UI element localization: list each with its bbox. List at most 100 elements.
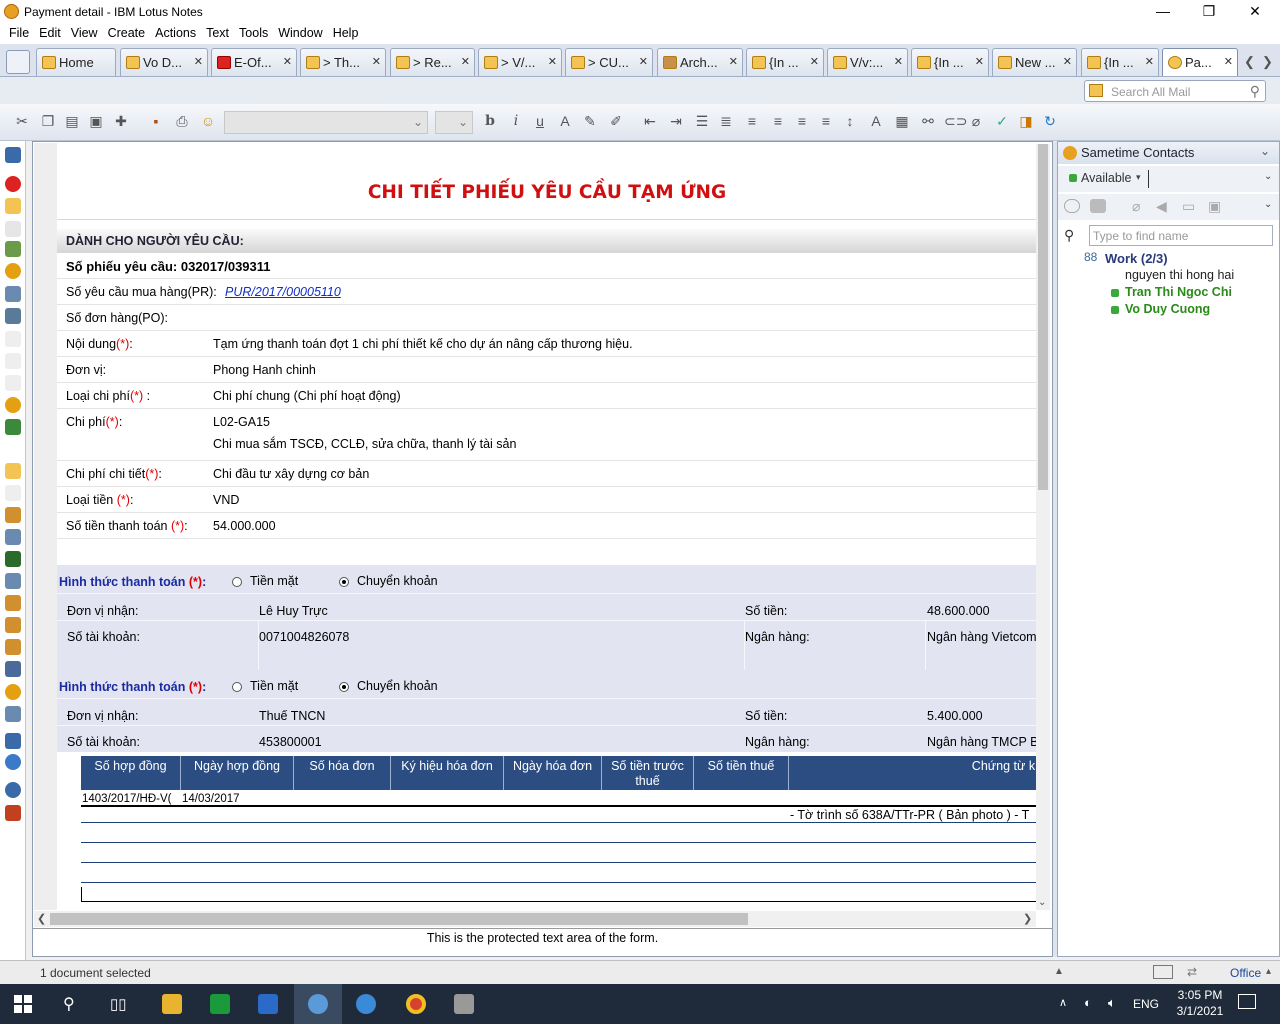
document-icon[interactable] [5, 353, 21, 369]
text-properties-icon[interactable]: A [868, 113, 884, 129]
open-list-button[interactable] [6, 50, 30, 74]
contacts-icon[interactable]: ▣ [1208, 198, 1221, 215]
replicate-icon[interactable] [5, 419, 21, 435]
todo-icon[interactable] [5, 551, 21, 567]
emoticon-icon[interactable]: ☺ [200, 113, 216, 129]
menu-edit[interactable]: Edit [34, 24, 66, 44]
chevron-down-icon[interactable]: ▾ [1136, 172, 1141, 183]
workspace-icon[interactable] [5, 573, 21, 589]
copy-as-link-icon[interactable]: ▣ [88, 113, 104, 129]
volume-icon[interactable]: 🔈︎ [1108, 995, 1116, 1011]
find-name-input[interactable]: Type to find name [1089, 225, 1273, 246]
cash-radio[interactable] [232, 682, 242, 692]
tab-e-office[interactable]: E-Of... ✕ [211, 48, 297, 76]
spell-check-icon[interactable]: ✓ [994, 113, 1010, 129]
contact-group[interactable]: Work (2/3) [1105, 251, 1168, 266]
folder-icon[interactable] [5, 617, 21, 633]
tab-scroll-right-icon[interactable]: ❯ [1262, 54, 1273, 70]
bullet-list-icon[interactable]: ☰ [694, 113, 710, 129]
mail-scope-icon[interactable] [1089, 84, 1103, 97]
vertical-scroll-thumb[interactable] [1038, 144, 1048, 490]
call-icon[interactable] [1090, 199, 1106, 213]
document-icon[interactable] [5, 221, 21, 237]
view-icon[interactable]: ◨ [1018, 113, 1034, 129]
panel-menu-icon[interactable]: ⌄ [1260, 144, 1270, 158]
tab-th[interactable]: > Th... ✕ [300, 48, 386, 76]
copy-icon[interactable]: ❐ [40, 113, 56, 129]
horizontal-scroll-thumb[interactable] [50, 913, 748, 925]
close-tab-icon[interactable]: ✕ [729, 55, 738, 68]
meeting-icon[interactable]: ▭ [1182, 198, 1195, 215]
printer-app-button[interactable] [440, 984, 488, 1024]
close-tab-icon[interactable]: ✕ [810, 55, 819, 68]
chrome-button[interactable] [392, 984, 440, 1024]
numbered-list-icon[interactable]: ≣ [718, 113, 734, 129]
close-tab-icon[interactable]: ✕ [461, 55, 470, 68]
transfer-radio[interactable] [339, 577, 349, 587]
location-select[interactable]: Office [1230, 966, 1261, 980]
lotus-notes-button[interactable] [294, 984, 342, 1024]
signature-icon[interactable] [1153, 965, 1173, 979]
close-tab-icon[interactable]: ✕ [283, 55, 292, 68]
scroll-left-icon[interactable]: ❮ [37, 912, 46, 925]
contacts-icon[interactable] [5, 706, 21, 722]
folder-icon[interactable] [5, 507, 21, 523]
indent-icon[interactable]: ⇥ [668, 113, 684, 129]
search-icon[interactable]: ⚲ [1250, 83, 1260, 100]
font-name-select[interactable]: ⌄ [224, 111, 428, 134]
tab-payment-detail[interactable]: Pa... ✕ [1162, 48, 1238, 76]
menu-view[interactable]: View [66, 24, 103, 44]
word-button[interactable] [244, 984, 292, 1024]
calendar-icon[interactable] [5, 241, 21, 257]
chevron-down-icon[interactable]: ⌄ [1264, 171, 1272, 182]
tab-cu[interactable]: > CU... ✕ [565, 48, 653, 76]
internet-explorer-button[interactable] [342, 984, 390, 1024]
close-tab-icon[interactable]: ✕ [975, 55, 984, 68]
tab-home[interactable]: Home [36, 48, 116, 76]
start-button[interactable] [14, 995, 32, 1013]
menu-actions[interactable]: Actions [150, 24, 201, 44]
document-icon[interactable] [5, 375, 21, 391]
contact-available[interactable]: Vo Duy Cuong [1125, 302, 1210, 316]
status-select[interactable]: Available [1081, 171, 1132, 185]
close-tab-icon[interactable]: ✕ [548, 55, 557, 68]
menu-help[interactable]: Help [328, 24, 364, 44]
link-icon[interactable]: ⚯ [920, 113, 936, 129]
maximize-button[interactable]: ❐ [1186, 0, 1232, 24]
paste-icon[interactable]: ▤ [64, 113, 80, 129]
tab-vo-d[interactable]: Vo D... ✕ [120, 48, 208, 76]
scroll-down-icon[interactable]: ⌄ [1038, 897, 1046, 908]
clock[interactable]: 3:05 PM 3/1/2021 [1165, 987, 1235, 1019]
close-tab-icon[interactable]: ✕ [1063, 55, 1072, 68]
replication-icon[interactable]: ⇄ [1187, 965, 1197, 979]
italic-icon[interactable]: i [508, 113, 524, 129]
close-tab-icon[interactable]: ✕ [894, 55, 903, 68]
text-color-icon[interactable]: ✐ [608, 113, 624, 129]
binoculars-icon[interactable] [5, 147, 21, 163]
bold-icon[interactable]: b [482, 113, 498, 129]
chevron-down-icon[interactable]: ⌄ [1264, 199, 1272, 210]
align-right-icon[interactable]: ≡ [794, 113, 810, 129]
chevron-down-icon[interactable]: ▴ [1266, 966, 1271, 977]
font-size-select[interactable]: ⌄ [435, 111, 473, 134]
print-icon[interactable]: ⎙ [174, 113, 190, 129]
help-icon[interactable] [5, 782, 21, 798]
status-menu-icon[interactable]: ▲ [1054, 966, 1064, 977]
tab-in-1[interactable]: {In ... ✕ [746, 48, 824, 76]
tray-chevron-icon[interactable]: ∧ [1059, 996, 1067, 1009]
cut-icon[interactable]: ✂ [14, 113, 30, 129]
globe-icon[interactable] [5, 754, 21, 770]
language-indicator[interactable]: ENG [1133, 997, 1159, 1011]
tab-new[interactable]: New ... ✕ [992, 48, 1077, 76]
menu-file[interactable]: File [4, 24, 34, 44]
line-spacing-icon[interactable]: ↕ [842, 113, 858, 129]
highlighter-icon[interactable]: ✎ [582, 113, 598, 129]
cash-radio[interactable] [232, 577, 242, 587]
contacts-icon[interactable] [5, 286, 21, 302]
tray-app-icon[interactable]: ◐ [1084, 995, 1092, 1010]
contacts-icon[interactable] [5, 529, 21, 545]
save-icon[interactable]: ▪ [148, 113, 164, 129]
e-office-icon[interactable] [5, 176, 21, 192]
close-tab-icon[interactable]: ✕ [194, 55, 203, 68]
tab-archive[interactable]: Arch... ✕ [657, 48, 743, 76]
